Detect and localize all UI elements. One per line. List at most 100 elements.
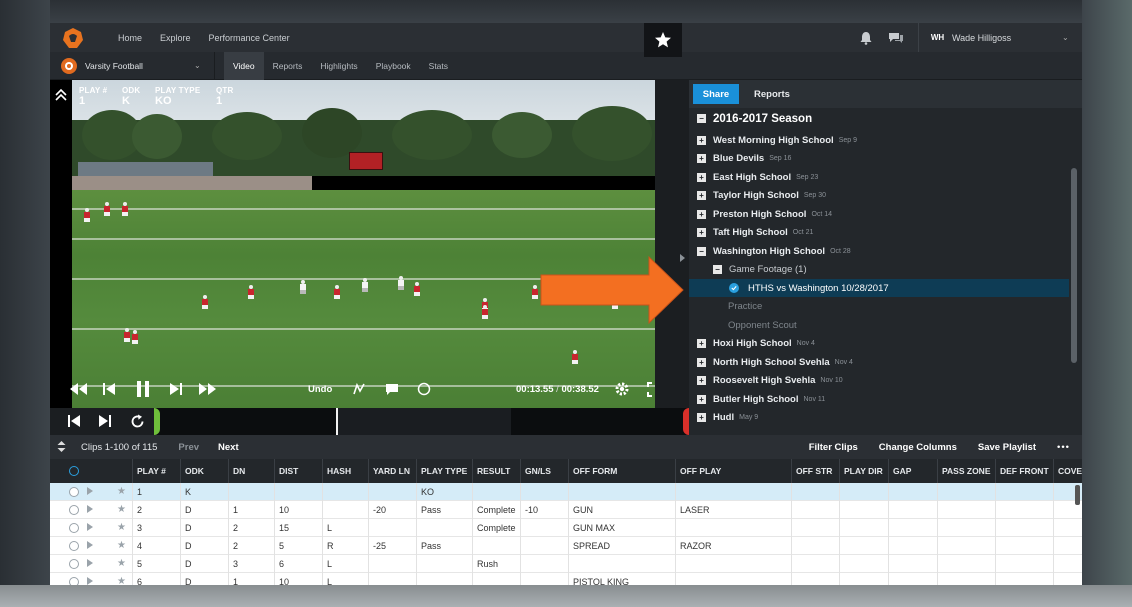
tree-item-team[interactable]: + East High School Sep 23 (689, 168, 1069, 186)
plus-icon[interactable]: + (697, 376, 706, 385)
play-clip-icon[interactable] (87, 523, 93, 531)
timeline-track[interactable] (154, 408, 689, 435)
table-row[interactable]: ★ 2 D 1 10 -20 Pass Complete -10 GUN LASER (50, 501, 1082, 519)
plus-icon[interactable]: + (697, 357, 706, 367)
star-icon[interactable]: ★ (117, 522, 126, 533)
plus-icon[interactable]: + (697, 135, 706, 145)
plus-icon[interactable]: + (697, 394, 706, 404)
star-icon[interactable]: ★ (117, 540, 126, 551)
tree-item-team[interactable]: + Blue Devils Sep 16 (689, 150, 1069, 168)
plus-icon[interactable]: + (697, 228, 706, 237)
tree-item-team[interactable]: + Hudl May 9 (689, 409, 1069, 427)
column-header[interactable]: DEF FRONT (995, 459, 1053, 483)
column-header[interactable]: PLAY # (132, 459, 180, 483)
tab-highlights[interactable]: Highlights (311, 52, 366, 80)
timeline-start-marker[interactable] (154, 408, 160, 435)
team-selector[interactable]: Varsity Football ⌄ (50, 51, 215, 80)
fullscreen-icon[interactable] (646, 380, 655, 398)
replay-icon[interactable] (129, 413, 145, 429)
column-header[interactable]: OFF FORM (568, 459, 675, 483)
column-header[interactable]: DN (228, 459, 274, 483)
pause-icon[interactable] (134, 380, 152, 398)
step-back-icon[interactable] (101, 380, 117, 398)
select-all-radio[interactable] (69, 466, 79, 476)
tree-item-team[interactable]: + Roosevelt High Svehla Nov 10 (689, 372, 1069, 390)
tree-item-team[interactable]: + West Morning High School Sep 9 (689, 131, 1069, 149)
star-icon[interactable]: ★ (117, 486, 126, 497)
nav-explore-link[interactable]: Explore (160, 33, 191, 43)
change-columns-button[interactable]: Change Columns (879, 442, 957, 453)
column-header[interactable]: PLAY TYPE (416, 459, 472, 483)
column-header[interactable]: DIST (274, 459, 322, 483)
star-icon[interactable]: ★ (117, 504, 126, 515)
tree-item-team[interactable]: + Butler High School Nov 11 (689, 390, 1069, 408)
plus-icon[interactable]: + (697, 154, 706, 163)
tab-reports[interactable]: Reports (264, 52, 312, 80)
play-clip-icon[interactable] (87, 559, 93, 567)
play-clip-icon[interactable] (87, 487, 93, 495)
column-header[interactable]: OFF STR (791, 459, 839, 483)
table-scrollbar[interactable] (1075, 485, 1080, 505)
column-header[interactable]: RESULT (472, 459, 520, 483)
column-header[interactable]: ODK (180, 459, 228, 483)
save-playlist-button[interactable]: Save Playlist (978, 442, 1036, 453)
bell-icon[interactable] (858, 30, 874, 46)
next-button[interactable]: Next (218, 442, 239, 453)
minus-icon[interactable]: − (713, 265, 722, 274)
column-header[interactable]: PASS ZONE (937, 459, 995, 483)
table-row[interactable]: ★ 5 D 3 6 L Rush (50, 555, 1082, 573)
column-header[interactable]: COVE (1053, 459, 1082, 483)
more-options-icon[interactable]: ••• (1057, 442, 1070, 453)
minus-icon[interactable]: − (697, 114, 706, 123)
star-icon[interactable]: ★ (117, 576, 126, 585)
plus-icon[interactable]: + (697, 413, 706, 422)
tree-item-team[interactable]: + Preston High School Oct 14 (689, 205, 1069, 223)
plus-icon[interactable]: + (697, 209, 706, 219)
undo-button[interactable]: Undo (308, 384, 332, 395)
tree-item-team-expanded[interactable]: − Washington High School Oct 28 (689, 242, 1069, 260)
chevron-down-icon[interactable]: ⌄ (1062, 33, 1072, 42)
skip-to-end-icon[interactable] (97, 413, 113, 429)
settings-gear-icon[interactable] (613, 380, 631, 398)
play-clip-icon[interactable] (87, 505, 93, 513)
tree-item-selected-video[interactable]: HTHS vs Washington 10/28/2017 (689, 279, 1069, 297)
column-header[interactable]: GAP (888, 459, 937, 483)
sort-icon[interactable] (57, 440, 67, 454)
row-select-radio[interactable] (69, 523, 79, 533)
season-row[interactable]: − 2016-2017 Season (689, 108, 1069, 129)
play-clip-icon[interactable] (87, 577, 93, 585)
column-header[interactable]: GN/LS (520, 459, 568, 483)
timeline-playhead[interactable] (336, 408, 338, 435)
messages-icon[interactable] (888, 30, 904, 46)
user-avatar[interactable]: WH (929, 29, 946, 46)
tree-item-team[interactable]: + Hoxi High School Nov 4 (689, 335, 1069, 353)
tree-item-team[interactable]: + North High School Svehla Nov 4 (689, 353, 1069, 371)
row-select-radio[interactable] (69, 487, 79, 497)
fast-forward-icon[interactable] (197, 380, 219, 398)
select-all-column[interactable] (50, 459, 132, 483)
nav-home-link[interactable]: Home (118, 33, 142, 43)
collapse-up-icon[interactable] (54, 88, 68, 102)
tab-stats[interactable]: Stats (420, 52, 457, 80)
star-icon[interactable] (644, 23, 682, 57)
hudl-logo-icon[interactable] (60, 25, 86, 51)
tree-item-opponent-scout[interactable]: Opponent Scout (689, 316, 1069, 334)
table-row[interactable]: ★ 3 D 2 15 L Complete GUN MAX (50, 519, 1082, 537)
panel-scrollbar[interactable] (1071, 168, 1077, 363)
column-header[interactable]: OFF PLAY (675, 459, 791, 483)
column-header[interactable]: HASH (322, 459, 368, 483)
rewind-icon[interactable] (67, 380, 89, 398)
filter-clips-button[interactable]: Filter Clips (809, 442, 858, 453)
tab-playbook[interactable]: Playbook (367, 52, 420, 80)
circle-tool-icon[interactable] (416, 380, 432, 398)
video-player[interactable]: PLAY # 1 ODK K PLAY TYPE KO QTR 1 Undo 0… (50, 80, 655, 408)
share-button[interactable]: Share (693, 84, 739, 104)
table-row[interactable]: ★ 4 D 2 5 R -25 Pass SPREAD RAZOR (50, 537, 1082, 555)
plus-icon[interactable]: + (697, 191, 706, 200)
minus-icon[interactable]: − (697, 246, 706, 256)
star-icon[interactable]: ★ (117, 558, 126, 569)
column-header[interactable]: YARD LN (368, 459, 416, 483)
skip-to-start-icon[interactable] (66, 413, 82, 429)
plus-icon[interactable]: + (697, 339, 706, 348)
tree-item-practice[interactable]: Practice (689, 298, 1069, 316)
